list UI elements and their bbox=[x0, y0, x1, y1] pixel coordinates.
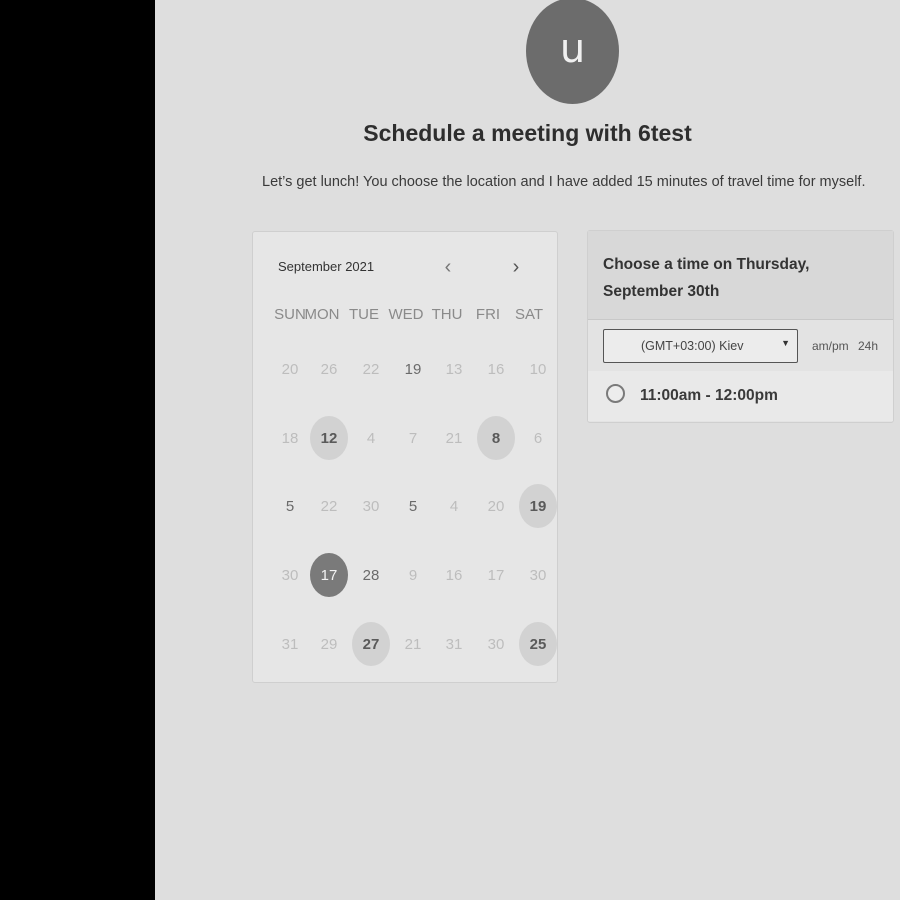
meeting-description: Let’s get lunch! You choose the location… bbox=[262, 174, 866, 190]
time-slot-option[interactable]: 11:00am - 12:00pm bbox=[588, 371, 893, 421]
timezone-select[interactable]: (GMT+03:00) Kiev ▼ bbox=[603, 329, 798, 363]
calendar-day: 21 bbox=[445, 429, 463, 447]
calendar-day: 4 bbox=[449, 497, 459, 515]
calendar-day: 30 bbox=[487, 635, 505, 653]
calendar-day[interactable]: 25 bbox=[519, 622, 557, 666]
calendar-day: 5 bbox=[408, 497, 418, 515]
calendar-day: 16 bbox=[487, 360, 505, 378]
calendar-day: 9 bbox=[408, 566, 418, 584]
calendar-day: 20 bbox=[281, 360, 299, 378]
weekday-label: FRI bbox=[475, 306, 501, 323]
weekday-label: THU bbox=[431, 306, 463, 323]
calendar-day: 21 bbox=[404, 635, 422, 653]
calendar-week-row: 18 12 4 7 21 8 6 bbox=[253, 416, 557, 460]
calendar-day: 4 bbox=[366, 429, 376, 447]
weekday-label: MON bbox=[304, 306, 340, 323]
24h-format-toggle[interactable]: 24h bbox=[858, 339, 878, 353]
calendar-day-selected[interactable]: 17 bbox=[310, 553, 348, 597]
weekday-label: TUE bbox=[349, 306, 379, 323]
previous-month-chevron-icon[interactable]: ‹ bbox=[436, 256, 460, 280]
date-picker-calendar: September 2021 ‹ › SUN MON TUE WED THU F… bbox=[252, 231, 558, 683]
calendar-day[interactable]: 12 bbox=[310, 416, 348, 460]
calendar-day: 10 bbox=[529, 360, 547, 378]
chevron-down-icon: ▼ bbox=[781, 338, 790, 348]
calendar-week-row: 5 22 30 5 4 20 19 bbox=[253, 484, 557, 528]
calendar-day: 26 bbox=[320, 360, 338, 378]
host-avatar: u bbox=[526, 0, 619, 104]
calendar-day: 28 bbox=[362, 566, 380, 584]
weekday-label: SAT bbox=[514, 306, 544, 323]
calendar-day: 31 bbox=[445, 635, 463, 653]
timezone-value: (GMT+03:00) Kiev bbox=[641, 339, 744, 353]
calendar-day: 19 bbox=[404, 360, 422, 378]
page-title: Schedule a meeting with 6test bbox=[363, 120, 692, 146]
calendar-day: 17 bbox=[487, 566, 505, 584]
calendar-day[interactable]: 19 bbox=[519, 484, 557, 528]
calendar-day: 7 bbox=[408, 429, 418, 447]
calendar-day: 5 bbox=[285, 497, 295, 515]
calendar-week-row: 31 29 27 21 31 30 25 bbox=[253, 622, 557, 666]
calendar-day: 6 bbox=[533, 429, 543, 447]
next-month-chevron-icon[interactable]: › bbox=[504, 256, 528, 280]
calendar-day: 29 bbox=[320, 635, 338, 653]
calendar-day: 30 bbox=[362, 497, 380, 515]
time-slot-label: 11:00am - 12:00pm bbox=[640, 387, 778, 404]
calendar-week-row: 30 17 28 9 16 17 30 bbox=[253, 553, 557, 597]
calendar-day[interactable]: 27 bbox=[352, 622, 390, 666]
calendar-day: 16 bbox=[445, 566, 463, 584]
weekday-label: WED bbox=[388, 306, 424, 323]
radio-button-icon[interactable] bbox=[606, 384, 625, 403]
time-panel-header: Choose a time on Thursday, September 30t… bbox=[588, 231, 893, 320]
calendar-day: 18 bbox=[281, 429, 299, 447]
avatar-initial: u bbox=[559, 26, 586, 72]
calendar-day: 31 bbox=[281, 635, 299, 653]
calendar-day: 13 bbox=[445, 360, 463, 378]
calendar-day: 22 bbox=[362, 360, 380, 378]
calendar-day[interactable]: 8 bbox=[477, 416, 515, 460]
calendar-week-row: 20 26 22 19 13 16 10 bbox=[253, 347, 557, 391]
ampm-format-toggle[interactable]: am/pm bbox=[812, 339, 849, 353]
booking-page: u Schedule a meeting with 6test Let’s ge… bbox=[155, 0, 900, 900]
calendar-month-label: September 2021 bbox=[278, 259, 375, 274]
calendar-day: 22 bbox=[320, 497, 338, 515]
calendar-day: 30 bbox=[529, 566, 547, 584]
time-panel-title: Choose a time on Thursday, September 30t… bbox=[603, 256, 810, 300]
calendar-day: 30 bbox=[281, 566, 299, 584]
time-selection-panel: Choose a time on Thursday, September 30t… bbox=[587, 230, 894, 423]
calendar-day: 20 bbox=[487, 497, 505, 515]
